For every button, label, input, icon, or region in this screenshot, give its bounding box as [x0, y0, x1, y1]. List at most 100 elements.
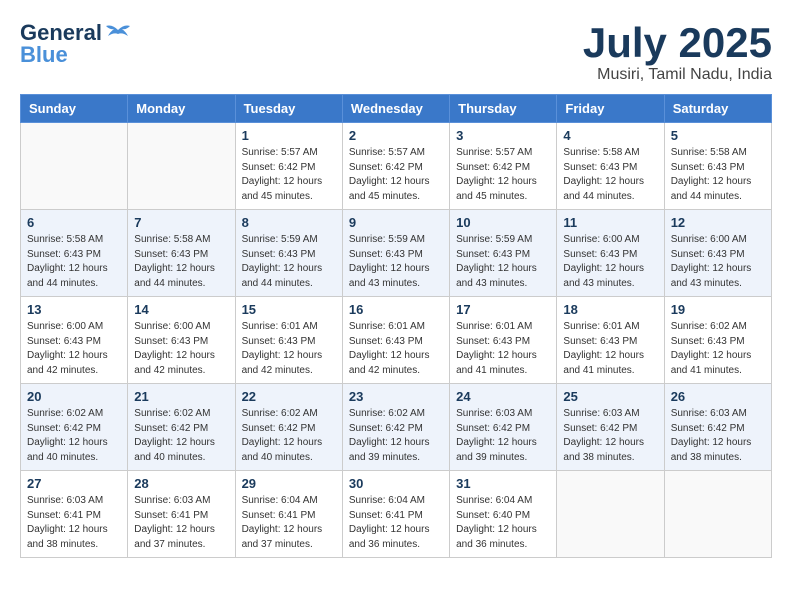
col-thursday: Thursday [450, 95, 557, 123]
day-number: 29 [242, 476, 336, 491]
day-number: 19 [671, 302, 765, 317]
day-number: 17 [456, 302, 550, 317]
day-number: 20 [27, 389, 121, 404]
day-cell: 10 Sunrise: 5:59 AM Sunset: 6:43 PM Dayli… [450, 210, 557, 297]
day-info: Sunrise: 6:01 AM Sunset: 6:43 PM Dayligh… [456, 320, 550, 378]
day-info: Sunrise: 6:01 AM Sunset: 6:43 PM Dayligh… [563, 320, 657, 378]
day-number: 21 [134, 389, 228, 404]
day-info: Sunrise: 6:01 AM Sunset: 6:43 PM Dayligh… [349, 320, 443, 378]
day-cell: 30Sunrise: 6:04 AM Sunset: 6:41 PM Dayli… [342, 471, 449, 558]
day-info: Sunrise: 5:58 AM Sunset: 6:43 PM Dayligh… [671, 146, 765, 204]
day-cell: 1 Sunrise: 5:57 AM Sunset: 6:42 PM Daylig… [235, 123, 342, 210]
day-cell: 12 Sunrise: 6:00 AM Sunset: 6:43 PM Dayli… [664, 210, 771, 297]
day-info: Sunrise: 6:03 AM Sunset: 6:41 PM Dayligh… [134, 494, 228, 552]
week-row-4: 20 Sunrise: 6:02 AM Sunset: 6:42 PM Dayli… [21, 384, 772, 471]
day-cell: 26 Sunrise: 6:03 AM Sunset: 6:42 PM Dayli… [664, 384, 771, 471]
logo-bird-icon [104, 22, 132, 44]
day-number: 23 [349, 389, 443, 404]
day-cell [128, 123, 235, 210]
day-info: Sunrise: 6:02 AM Sunset: 6:42 PM Dayligh… [27, 407, 121, 465]
day-cell [664, 471, 771, 558]
day-number: 13 [27, 302, 121, 317]
day-cell: 11 Sunrise: 6:00 AM Sunset: 6:43 PM Dayli… [557, 210, 664, 297]
day-cell: 16 Sunrise: 6:01 AM Sunset: 6:43 PM Dayli… [342, 297, 449, 384]
day-cell: 22 Sunrise: 6:02 AM Sunset: 6:42 PM Dayli… [235, 384, 342, 471]
day-number: 22 [242, 389, 336, 404]
day-info: Sunrise: 5:57 AM Sunset: 6:42 PM Dayligh… [242, 146, 336, 204]
day-info: Sunrise: 5:58 AM Sunset: 6:43 PM Dayligh… [134, 233, 228, 291]
day-number: 30 [349, 476, 443, 491]
day-info: Sunrise: 6:04 AM Sunset: 6:40 PM Dayligh… [456, 494, 550, 552]
day-info: Sunrise: 6:01 AM Sunset: 6:43 PM Dayligh… [242, 320, 336, 378]
day-number: 16 [349, 302, 443, 317]
day-number: 9 [349, 215, 443, 230]
day-info: Sunrise: 5:57 AM Sunset: 6:42 PM Dayligh… [349, 146, 443, 204]
day-cell: 29 Sunrise: 6:04 AM Sunset: 6:41 PM Dayli… [235, 471, 342, 558]
calendar-table: Sunday Monday Tuesday Wednesday Thursday… [20, 94, 772, 558]
col-wednesday: Wednesday [342, 95, 449, 123]
day-info: Sunrise: 6:02 AM Sunset: 6:42 PM Dayligh… [242, 407, 336, 465]
day-info: Sunrise: 6:02 AM Sunset: 6:43 PM Dayligh… [671, 320, 765, 378]
day-number: 27 [27, 476, 121, 491]
day-cell: 28Sunrise: 6:03 AM Sunset: 6:41 PM Dayli… [128, 471, 235, 558]
week-row-1: 1 Sunrise: 5:57 AM Sunset: 6:42 PM Daylig… [21, 123, 772, 210]
day-number: 4 [563, 128, 657, 143]
day-number: 5 [671, 128, 765, 143]
calendar-subtitle: Musiri, Tamil Nadu, India [583, 66, 772, 84]
title-section: July 2025 Musiri, Tamil Nadu, India [583, 20, 772, 84]
day-cell: 31Sunrise: 6:04 AM Sunset: 6:40 PM Dayli… [450, 471, 557, 558]
header-row: Sunday Monday Tuesday Wednesday Thursday… [21, 95, 772, 123]
col-friday: Friday [557, 95, 664, 123]
page-header: General Blue July 2025 Musiri, Tamil Nad… [20, 20, 772, 84]
day-number: 7 [134, 215, 228, 230]
day-number: 10 [456, 215, 550, 230]
day-number: 15 [242, 302, 336, 317]
day-cell: 7 Sunrise: 5:58 AM Sunset: 6:43 PM Daylig… [128, 210, 235, 297]
day-cell: 23Sunrise: 6:02 AM Sunset: 6:42 PM Dayli… [342, 384, 449, 471]
day-info: Sunrise: 5:59 AM Sunset: 6:43 PM Dayligh… [349, 233, 443, 291]
day-number: 1 [242, 128, 336, 143]
day-info: Sunrise: 6:00 AM Sunset: 6:43 PM Dayligh… [671, 233, 765, 291]
col-monday: Monday [128, 95, 235, 123]
day-cell: 4 Sunrise: 5:58 AM Sunset: 6:43 PM Daylig… [557, 123, 664, 210]
day-info: Sunrise: 5:59 AM Sunset: 6:43 PM Dayligh… [242, 233, 336, 291]
day-info: Sunrise: 6:04 AM Sunset: 6:41 PM Dayligh… [242, 494, 336, 552]
day-number: 6 [27, 215, 121, 230]
day-number: 24 [456, 389, 550, 404]
day-cell: 15 Sunrise: 6:01 AM Sunset: 6:43 PM Dayli… [235, 297, 342, 384]
day-info: Sunrise: 5:58 AM Sunset: 6:43 PM Dayligh… [563, 146, 657, 204]
day-cell: 18 Sunrise: 6:01 AM Sunset: 6:43 PM Dayli… [557, 297, 664, 384]
week-row-2: 6 Sunrise: 5:58 AM Sunset: 6:43 PM Daylig… [21, 210, 772, 297]
day-cell [21, 123, 128, 210]
day-number: 11 [563, 215, 657, 230]
day-cell: 2 Sunrise: 5:57 AM Sunset: 6:42 PM Daylig… [342, 123, 449, 210]
day-info: Sunrise: 6:03 AM Sunset: 6:42 PM Dayligh… [456, 407, 550, 465]
day-number: 3 [456, 128, 550, 143]
col-sunday: Sunday [21, 95, 128, 123]
day-info: Sunrise: 6:03 AM Sunset: 6:42 PM Dayligh… [671, 407, 765, 465]
day-info: Sunrise: 6:00 AM Sunset: 6:43 PM Dayligh… [27, 320, 121, 378]
day-cell: 20 Sunrise: 6:02 AM Sunset: 6:42 PM Dayli… [21, 384, 128, 471]
day-cell: 9 Sunrise: 5:59 AM Sunset: 6:43 PM Daylig… [342, 210, 449, 297]
day-cell: 19 Sunrise: 6:02 AM Sunset: 6:43 PM Dayli… [664, 297, 771, 384]
day-cell: 21 Sunrise: 6:02 AM Sunset: 6:42 PM Dayli… [128, 384, 235, 471]
day-number: 2 [349, 128, 443, 143]
day-cell: 25Sunrise: 6:03 AM Sunset: 6:42 PM Dayli… [557, 384, 664, 471]
calendar-title: July 2025 [583, 20, 772, 66]
day-number: 26 [671, 389, 765, 404]
day-number: 18 [563, 302, 657, 317]
day-cell: 27 Sunrise: 6:03 AM Sunset: 6:41 PM Dayli… [21, 471, 128, 558]
day-cell [557, 471, 664, 558]
day-info: Sunrise: 6:00 AM Sunset: 6:43 PM Dayligh… [134, 320, 228, 378]
day-cell: 3 Sunrise: 5:57 AM Sunset: 6:42 PM Daylig… [450, 123, 557, 210]
day-info: Sunrise: 5:59 AM Sunset: 6:43 PM Dayligh… [456, 233, 550, 291]
day-cell: 6Sunrise: 5:58 AM Sunset: 6:43 PM Daylig… [21, 210, 128, 297]
day-cell: 13 Sunrise: 6:00 AM Sunset: 6:43 PM Dayli… [21, 297, 128, 384]
day-cell: 14Sunrise: 6:00 AM Sunset: 6:43 PM Dayli… [128, 297, 235, 384]
day-number: 12 [671, 215, 765, 230]
day-info: Sunrise: 6:03 AM Sunset: 6:41 PM Dayligh… [27, 494, 121, 552]
day-info: Sunrise: 6:02 AM Sunset: 6:42 PM Dayligh… [134, 407, 228, 465]
day-info: Sunrise: 5:57 AM Sunset: 6:42 PM Dayligh… [456, 146, 550, 204]
day-info: Sunrise: 6:00 AM Sunset: 6:43 PM Dayligh… [563, 233, 657, 291]
day-cell: 24 Sunrise: 6:03 AM Sunset: 6:42 PM Dayli… [450, 384, 557, 471]
